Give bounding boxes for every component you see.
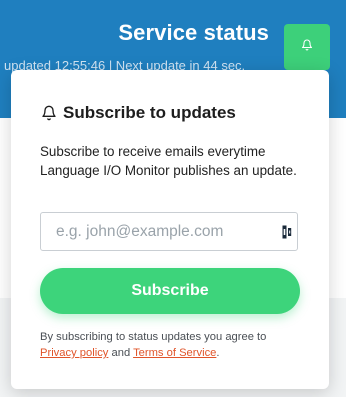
popup-title: Subscribe to updates [63, 103, 236, 122]
subscribe-button[interactable]: Subscribe [40, 268, 300, 314]
bell-icon [41, 105, 57, 121]
bell-icon [301, 38, 313, 56]
legal-period: . [216, 347, 220, 359]
password-manager-icon[interactable] [282, 225, 294, 239]
legal-notice: By subscribing to status updates you agr… [40, 329, 310, 361]
privacy-policy-link[interactable]: Privacy policy [40, 347, 108, 359]
email-field [40, 212, 298, 251]
terms-of-service-link[interactable]: Terms of Service [133, 347, 216, 359]
page-title: Service status [118, 20, 269, 45]
subscribe-bell-button[interactable] [284, 24, 330, 70]
email-input[interactable] [41, 213, 277, 250]
popup-heading: Subscribe to updates [41, 103, 236, 123]
legal-and-text: and [111, 347, 131, 359]
legal-text: By subscribing to status updates you agr… [40, 331, 267, 343]
popup-description: Subscribe to receive emails everytime La… [40, 144, 297, 178]
subscribe-popup: Subscribe to updates Subscribe to receiv… [11, 70, 329, 389]
